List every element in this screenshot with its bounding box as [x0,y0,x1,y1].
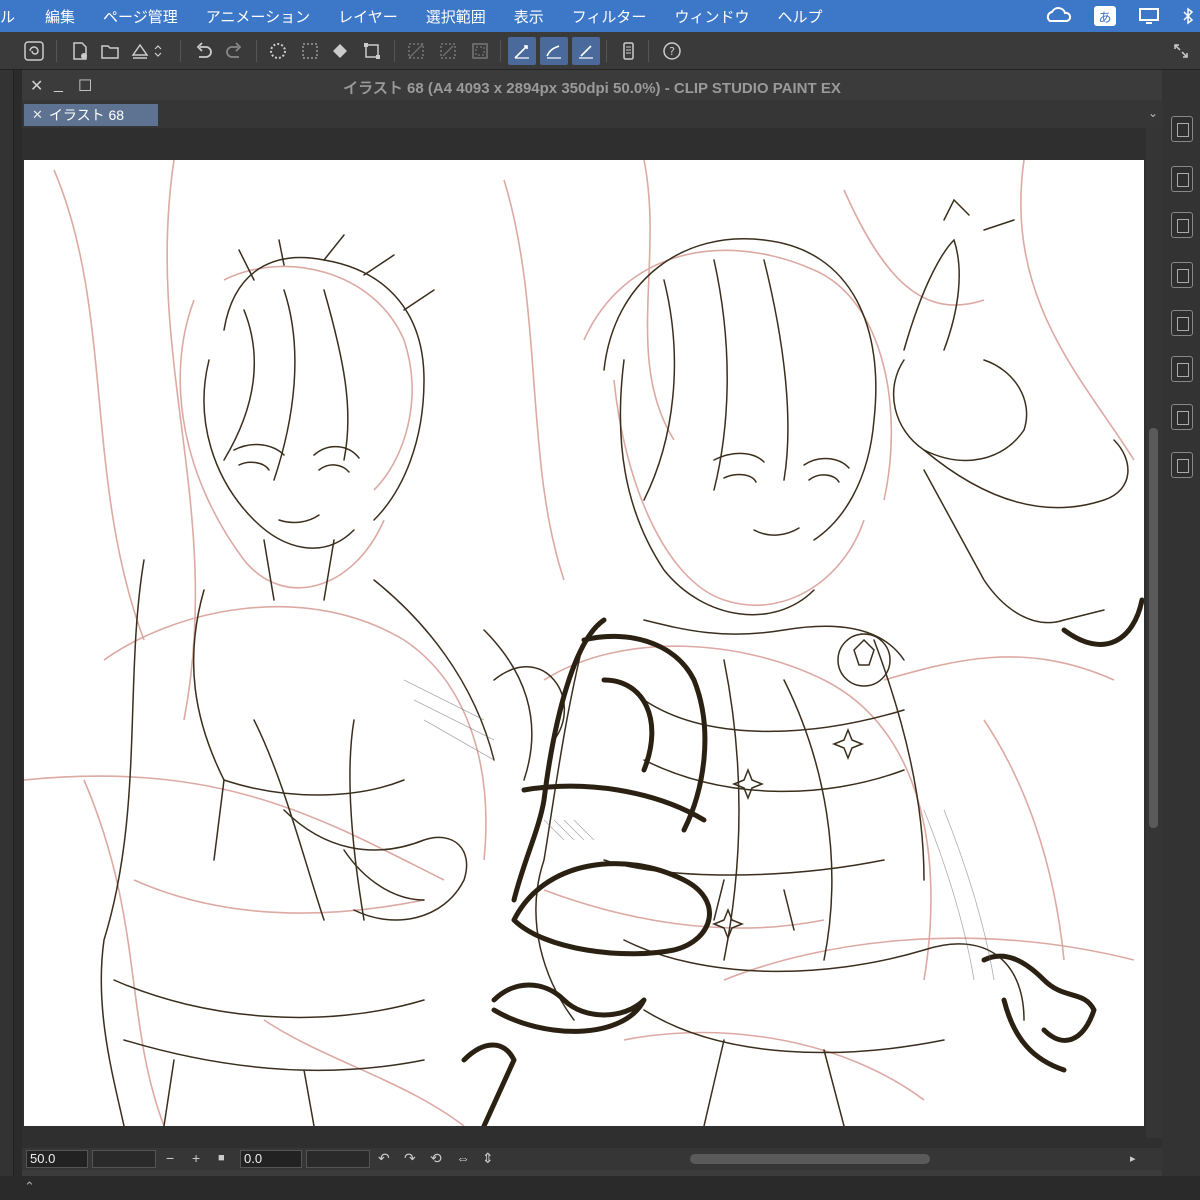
canvas-artwork[interactable] [24,160,1144,1126]
menu-selection[interactable]: 選択範囲 [412,6,500,27]
snap-to-grid-icon[interactable] [572,37,600,65]
tab-label: イラスト 68 [48,107,125,123]
palette-icon[interactable] [1171,404,1193,430]
rotate-right-icon[interactable]: ↷ [404,1150,416,1167]
palette-icon[interactable] [1171,452,1193,478]
loading-spinner-icon[interactable] [264,37,292,65]
snap-to-special-ruler-icon[interactable] [540,37,568,65]
expand-selection-icon[interactable] [466,37,494,65]
palette-icon[interactable] [1171,166,1193,192]
vertical-scroll-thumb[interactable] [1149,428,1158,828]
palette-icon[interactable] [1171,212,1193,238]
zoom-level-field[interactable]: 50.0 [26,1150,88,1168]
horizontal-scroll-thumb[interactable] [690,1154,930,1164]
menu-animation[interactable]: アニメーション [192,6,324,27]
toolbar-divider [500,40,501,62]
menu-bar: ル 編集 ページ管理 アニメーション レイヤー 選択範囲 表示 フィルター ウィ… [0,0,1200,32]
vertical-scrollbar[interactable] [1146,128,1162,1138]
menu-page-management[interactable]: ページ管理 [89,6,192,27]
help-icon[interactable]: ? [658,37,686,65]
scroll-right-icon[interactable]: ▸ [1130,1152,1136,1165]
flip-horizontal-icon[interactable]: ⇔ [456,1150,470,1166]
bold-ink-layer [461,597,1144,1126]
creative-cloud-icon[interactable] [1046,7,1072,25]
deselect-icon[interactable] [402,37,430,65]
menu-app[interactable]: ル [0,6,31,27]
bottom-bar: ⌃ [0,1176,1200,1200]
zoom-slider[interactable] [92,1150,156,1168]
toolbar-divider [56,40,57,62]
chevron-up-icon[interactable]: ⌃ [24,1179,35,1195]
window-titlebar: ✕ _ ☐ イラスト 68 (A4 4093 x 2894px 350dpi 5… [22,70,1162,100]
smartphone-icon[interactable] [614,37,642,65]
menu-view[interactable]: 表示 [500,6,558,27]
palette-icon[interactable] [1171,262,1193,288]
tab-document[interactable]: ✕ イラスト 68 [24,104,158,126]
sketch-drawing [24,160,1144,1126]
document-tab-bar: ✕ イラスト 68 ⌄ [22,100,1162,128]
rotation-angle-field[interactable]: 0.0 [240,1150,302,1168]
menu-filter[interactable]: フィルター [558,6,661,27]
clear-icon[interactable] [296,37,324,65]
command-bar: ? [0,32,1200,70]
left-dock-strip [0,70,14,1200]
fill-icon[interactable] [326,37,354,65]
new-file-icon[interactable] [66,37,94,65]
invert-selection-icon[interactable] [434,37,462,65]
close-tab-icon[interactable]: ✕ [32,107,43,123]
chevron-down-icon[interactable]: ⌄ [1148,106,1158,120]
canvas-window: ✕ _ ☐ イラスト 68 (A4 4093 x 2894px 350dpi 5… [22,70,1162,1200]
redo-icon[interactable] [220,37,248,65]
bluetooth-icon[interactable] [1182,7,1194,25]
toolbar-divider [606,40,607,62]
rotation-slider[interactable] [306,1150,370,1168]
flip-vertical-icon[interactable]: ⇕ [482,1150,494,1167]
toolbar-divider [180,40,181,62]
zoom-out-icon[interactable]: − [166,1150,174,1166]
status-bar: 50.0 − + ■ 0.0 ↶ ↷ ⟲ ⇔ ⇕ ▸ [22,1148,1162,1170]
menu-help[interactable]: ヘルプ [763,6,836,27]
menu-window[interactable]: ウィンドウ [660,6,763,27]
input-method-icon[interactable]: あ [1094,6,1116,26]
window-title: イラスト 68 (A4 4093 x 2894px 350dpi 50.0%) … [343,80,841,97]
snap-to-ruler-icon[interactable] [508,37,536,65]
palette-icon[interactable] [1171,116,1193,142]
open-file-icon[interactable] [96,37,124,65]
canvas-area[interactable] [22,128,1162,1148]
menu-extras: あ [1046,0,1200,32]
right-palette-dock [1160,70,1200,1200]
clip-studio-icon[interactable] [20,37,48,65]
save-options-chevron-icon[interactable] [150,37,166,65]
palette-icon[interactable] [1171,310,1193,336]
toolbar-divider [256,40,257,62]
line-sketch-layer [100,198,1129,1126]
toolbar-divider [648,40,649,62]
zoom-in-icon[interactable]: + [192,1150,200,1166]
menu-layer[interactable]: レイヤー [324,6,412,27]
rotate-left-icon[interactable]: ↶ [378,1150,390,1167]
fit-view-icon[interactable]: ■ [218,1152,225,1164]
toolbar-divider [394,40,395,62]
undo-icon[interactable] [190,37,218,65]
display-icon[interactable] [1138,7,1160,25]
reset-rotation-icon[interactable]: ⟲ [430,1150,442,1167]
palette-icon[interactable] [1171,356,1193,382]
svg-text:?: ? [669,45,675,58]
transform-icon[interactable] [358,37,386,65]
menu-edit[interactable]: 編集 [31,6,89,27]
rough-sketch-layer [24,160,1135,1126]
expand-corner-icon[interactable] [1166,37,1196,65]
